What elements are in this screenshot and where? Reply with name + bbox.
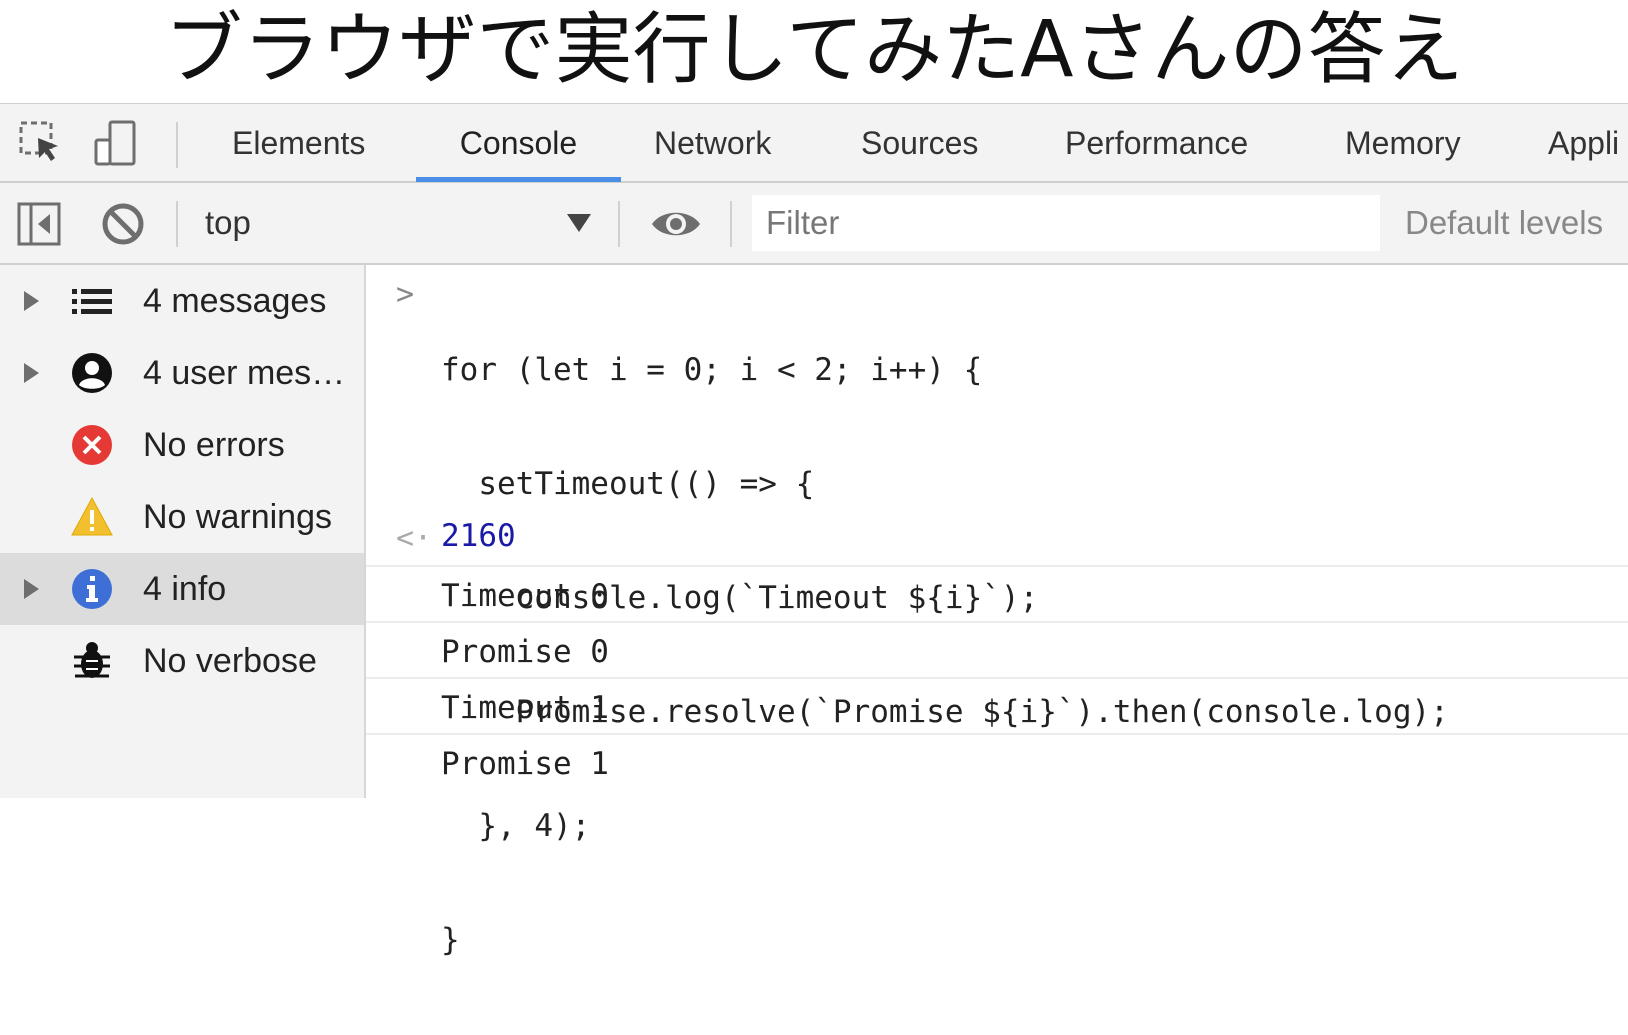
result-arrow-icon: <· [396,521,433,556]
sidebar-item-messages[interactable]: 4 messages [0,265,364,337]
chevron-down-icon[interactable] [567,214,591,232]
sidebar-item-label: 4 messages [143,282,327,320]
console-toolbar: top Default levels [0,183,1628,265]
sidebar-item-label: No errors [143,426,285,464]
bug-icon [74,642,110,678]
sidebar-item-warnings[interactable]: No warnings [0,481,364,553]
sidebar-item-label: 4 info [143,570,227,608]
list-icon [72,289,112,314]
error-icon [72,425,112,465]
sidebar-item-verbose[interactable]: No verbose [0,625,364,697]
code-line: } [441,922,460,958]
sidebar-item-label: 4 user mes… [143,354,346,392]
code-line: for (let i = 0; i < 2; i++) { [441,352,983,388]
warning-icon [71,496,113,536]
sidebar-toggle-icon[interactable] [16,201,62,247]
log-row: Timeout 0 [366,565,1628,621]
sidebar-item-info[interactable]: 4 info [0,553,364,625]
filter-input[interactable] [752,195,1380,251]
input-prompt-icon: > [396,277,415,312]
tab-network[interactable]: Network [654,104,771,182]
log-row: Promise 0 [366,621,1628,677]
sidebar-item-label: No verbose [143,642,317,680]
log-row: Timeout 1 [366,677,1628,733]
log-row: Promise 1 [366,733,1628,789]
tab-elements[interactable]: Elements [232,104,365,182]
console-sidebar: 4 messages 4 user mes… No errors No warn… [0,265,366,798]
tab-performance[interactable]: Performance [1065,104,1248,182]
expand-arrow-icon[interactable] [24,291,39,311]
sidebar-item-user-messages[interactable]: 4 user mes… [0,337,364,409]
device-toolbar-icon[interactable] [92,120,138,166]
log-text: Promise 1 [441,746,609,782]
console-output: > for (let i = 0; i < 2; i++) { setTimeo… [366,265,1628,958]
log-levels-dropdown[interactable]: Default levels [1405,201,1603,245]
context-selector[interactable]: top [205,201,251,245]
log-text: Timeout 1 [441,690,609,726]
devtools-tab-bar: Elements Console Network Sources Perform… [0,103,1628,183]
tab-console[interactable]: Console [416,104,621,182]
code-line: setTimeout(() => { [441,466,815,502]
expand-arrow-icon[interactable] [24,579,39,599]
tab-application[interactable]: Appli [1548,104,1619,182]
user-icon [72,353,112,393]
info-icon [72,569,112,609]
result-value: 2160 [441,518,516,554]
sidebar-item-label: No warnings [143,498,332,536]
log-text: Timeout 0 [441,578,609,614]
clear-console-icon[interactable] [100,201,146,247]
expand-arrow-icon[interactable] [24,363,39,383]
inspect-element-icon[interactable] [18,120,64,166]
eye-icon[interactable] [650,201,702,247]
tab-memory[interactable]: Memory [1345,104,1461,182]
tab-sources[interactable]: Sources [861,104,978,182]
code-line: }, 4); [441,808,591,844]
sidebar-item-errors[interactable]: No errors [0,409,364,481]
slide-title: ブラウザで実行してみたAさんの答え [164,5,1464,95]
log-text: Promise 0 [441,634,609,670]
